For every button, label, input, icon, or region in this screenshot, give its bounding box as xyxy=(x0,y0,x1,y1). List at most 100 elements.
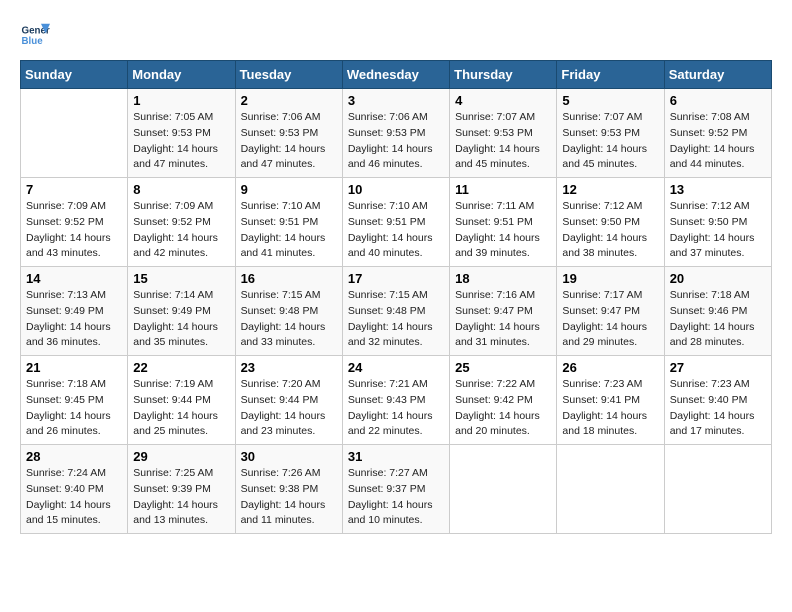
day-info: Sunrise: 7:27 AMSunset: 9:37 PMDaylight:… xyxy=(348,466,444,529)
calendar-cell: 17 Sunrise: 7:15 AMSunset: 9:48 PMDayligh… xyxy=(342,267,449,356)
calendar-cell: 5 Sunrise: 7:07 AMSunset: 9:53 PMDaylight… xyxy=(557,89,664,178)
day-number: 16 xyxy=(241,271,337,286)
day-info: Sunrise: 7:21 AMSunset: 9:43 PMDaylight:… xyxy=(348,377,444,440)
day-number: 31 xyxy=(348,449,444,464)
day-info: Sunrise: 7:18 AMSunset: 9:45 PMDaylight:… xyxy=(26,377,122,440)
day-number: 12 xyxy=(562,182,658,197)
calendar-cell xyxy=(557,445,664,534)
calendar-cell: 27 Sunrise: 7:23 AMSunset: 9:40 PMDayligh… xyxy=(664,356,771,445)
svg-text:Blue: Blue xyxy=(22,36,44,47)
calendar-cell: 25Sunrise: 7:22 AMSunset: 9:42 PMDayligh… xyxy=(450,356,557,445)
day-number: 17 xyxy=(348,271,444,286)
day-info: Sunrise: 7:09 AMSunset: 9:52 PMDaylight:… xyxy=(26,199,122,262)
calendar-header-row: SundayMondayTuesdayWednesdayThursdayFrid… xyxy=(21,61,772,89)
calendar-cell: 24 Sunrise: 7:21 AMSunset: 9:43 PMDayligh… xyxy=(342,356,449,445)
calendar-cell: 14 Sunrise: 7:13 AMSunset: 9:49 PMDayligh… xyxy=(21,267,128,356)
day-info: Sunrise: 7:11 AMSunset: 9:51 PMDaylight:… xyxy=(455,199,551,262)
calendar-cell: 8Sunrise: 7:09 AMSunset: 9:52 PMDaylight… xyxy=(128,178,235,267)
day-number: 18 xyxy=(455,271,551,286)
day-info: Sunrise: 7:26 AMSunset: 9:38 PMDaylight:… xyxy=(241,466,337,529)
header-thursday: Thursday xyxy=(450,61,557,89)
day-number: 6 xyxy=(670,93,766,108)
calendar-cell: 31 Sunrise: 7:27 AMSunset: 9:37 PMDayligh… xyxy=(342,445,449,534)
calendar-cell xyxy=(21,89,128,178)
calendar-cell: 15Sunrise: 7:14 AMSunset: 9:49 PMDayligh… xyxy=(128,267,235,356)
day-info: Sunrise: 7:12 AMSunset: 9:50 PMDaylight:… xyxy=(562,199,658,262)
calendar-cell: 29Sunrise: 7:25 AMSunset: 9:39 PMDayligh… xyxy=(128,445,235,534)
calendar-cell: 16Sunrise: 7:15 AMSunset: 9:48 PMDayligh… xyxy=(235,267,342,356)
day-number: 5 xyxy=(562,93,658,108)
day-info: Sunrise: 7:06 AMSunset: 9:53 PMDaylight:… xyxy=(348,110,444,173)
day-number: 19 xyxy=(562,271,658,286)
day-number: 23 xyxy=(241,360,337,375)
calendar-cell: 18 Sunrise: 7:16 AMSunset: 9:47 PMDayligh… xyxy=(450,267,557,356)
calendar-cell: 3 Sunrise: 7:06 AMSunset: 9:53 PMDaylight… xyxy=(342,89,449,178)
calendar-cell xyxy=(450,445,557,534)
calendar-cell: 11 Sunrise: 7:11 AMSunset: 9:51 PMDayligh… xyxy=(450,178,557,267)
calendar-table: SundayMondayTuesdayWednesdayThursdayFrid… xyxy=(20,60,772,534)
calendar-week-3: 14 Sunrise: 7:13 AMSunset: 9:49 PMDayligh… xyxy=(21,267,772,356)
day-number: 21 xyxy=(26,360,122,375)
header-friday: Friday xyxy=(557,61,664,89)
day-info: Sunrise: 7:19 AMSunset: 9:44 PMDaylight:… xyxy=(133,377,229,440)
day-number: 1 xyxy=(133,93,229,108)
calendar-cell: 19 Sunrise: 7:17 AMSunset: 9:47 PMDayligh… xyxy=(557,267,664,356)
day-info: Sunrise: 7:22 AMSunset: 9:42 PMDaylight:… xyxy=(455,377,551,440)
day-number: 20 xyxy=(670,271,766,286)
day-info: Sunrise: 7:08 AMSunset: 9:52 PMDaylight:… xyxy=(670,110,766,173)
header-monday: Monday xyxy=(128,61,235,89)
day-number: 24 xyxy=(348,360,444,375)
calendar-cell: 6 Sunrise: 7:08 AMSunset: 9:52 PMDaylight… xyxy=(664,89,771,178)
calendar-cell: 20 Sunrise: 7:18 AMSunset: 9:46 PMDayligh… xyxy=(664,267,771,356)
day-number: 29 xyxy=(133,449,229,464)
calendar-cell: 21 Sunrise: 7:18 AMSunset: 9:45 PMDayligh… xyxy=(21,356,128,445)
calendar-week-4: 21 Sunrise: 7:18 AMSunset: 9:45 PMDayligh… xyxy=(21,356,772,445)
day-info: Sunrise: 7:13 AMSunset: 9:49 PMDaylight:… xyxy=(26,288,122,351)
calendar-week-1: 1Sunrise: 7:05 AMSunset: 9:53 PMDaylight… xyxy=(21,89,772,178)
header-wednesday: Wednesday xyxy=(342,61,449,89)
day-number: 2 xyxy=(241,93,337,108)
day-info: Sunrise: 7:20 AMSunset: 9:44 PMDaylight:… xyxy=(241,377,337,440)
day-number: 9 xyxy=(241,182,337,197)
day-number: 3 xyxy=(348,93,444,108)
day-info: Sunrise: 7:24 AMSunset: 9:40 PMDaylight:… xyxy=(26,466,122,529)
calendar-cell: 13 Sunrise: 7:12 AMSunset: 9:50 PMDayligh… xyxy=(664,178,771,267)
day-info: Sunrise: 7:10 AMSunset: 9:51 PMDaylight:… xyxy=(348,199,444,262)
calendar-cell: 2 Sunrise: 7:06 AMSunset: 9:53 PMDaylight… xyxy=(235,89,342,178)
day-info: Sunrise: 7:16 AMSunset: 9:47 PMDaylight:… xyxy=(455,288,551,351)
day-number: 28 xyxy=(26,449,122,464)
calendar-cell: 22Sunrise: 7:19 AMSunset: 9:44 PMDayligh… xyxy=(128,356,235,445)
header-sunday: Sunday xyxy=(21,61,128,89)
day-number: 15 xyxy=(133,271,229,286)
page-header: General Blue xyxy=(20,20,772,50)
day-info: Sunrise: 7:07 AMSunset: 9:53 PMDaylight:… xyxy=(562,110,658,173)
calendar-cell: 7Sunrise: 7:09 AMSunset: 9:52 PMDaylight… xyxy=(21,178,128,267)
day-info: Sunrise: 7:18 AMSunset: 9:46 PMDaylight:… xyxy=(670,288,766,351)
header-tuesday: Tuesday xyxy=(235,61,342,89)
calendar-cell: 9 Sunrise: 7:10 AMSunset: 9:51 PMDaylight… xyxy=(235,178,342,267)
day-info: Sunrise: 7:12 AMSunset: 9:50 PMDaylight:… xyxy=(670,199,766,262)
day-number: 27 xyxy=(670,360,766,375)
day-info: Sunrise: 7:06 AMSunset: 9:53 PMDaylight:… xyxy=(241,110,337,173)
calendar-cell: 30 Sunrise: 7:26 AMSunset: 9:38 PMDayligh… xyxy=(235,445,342,534)
calendar-week-2: 7Sunrise: 7:09 AMSunset: 9:52 PMDaylight… xyxy=(21,178,772,267)
logo: General Blue xyxy=(20,20,52,50)
calendar-cell: 23 Sunrise: 7:20 AMSunset: 9:44 PMDayligh… xyxy=(235,356,342,445)
calendar-cell: 28 Sunrise: 7:24 AMSunset: 9:40 PMDayligh… xyxy=(21,445,128,534)
day-number: 30 xyxy=(241,449,337,464)
calendar-cell: 10 Sunrise: 7:10 AMSunset: 9:51 PMDayligh… xyxy=(342,178,449,267)
day-info: Sunrise: 7:10 AMSunset: 9:51 PMDaylight:… xyxy=(241,199,337,262)
calendar-cell xyxy=(664,445,771,534)
day-number: 14 xyxy=(26,271,122,286)
day-info: Sunrise: 7:07 AMSunset: 9:53 PMDaylight:… xyxy=(455,110,551,173)
day-number: 11 xyxy=(455,182,551,197)
day-info: Sunrise: 7:15 AMSunset: 9:48 PMDaylight:… xyxy=(348,288,444,351)
calendar-cell: 12 Sunrise: 7:12 AMSunset: 9:50 PMDayligh… xyxy=(557,178,664,267)
day-number: 26 xyxy=(562,360,658,375)
calendar-cell: 4Sunrise: 7:07 AMSunset: 9:53 PMDaylight… xyxy=(450,89,557,178)
day-info: Sunrise: 7:23 AMSunset: 9:40 PMDaylight:… xyxy=(670,377,766,440)
day-info: Sunrise: 7:17 AMSunset: 9:47 PMDaylight:… xyxy=(562,288,658,351)
day-number: 13 xyxy=(670,182,766,197)
calendar-cell: 26Sunrise: 7:23 AMSunset: 9:41 PMDayligh… xyxy=(557,356,664,445)
day-number: 10 xyxy=(348,182,444,197)
